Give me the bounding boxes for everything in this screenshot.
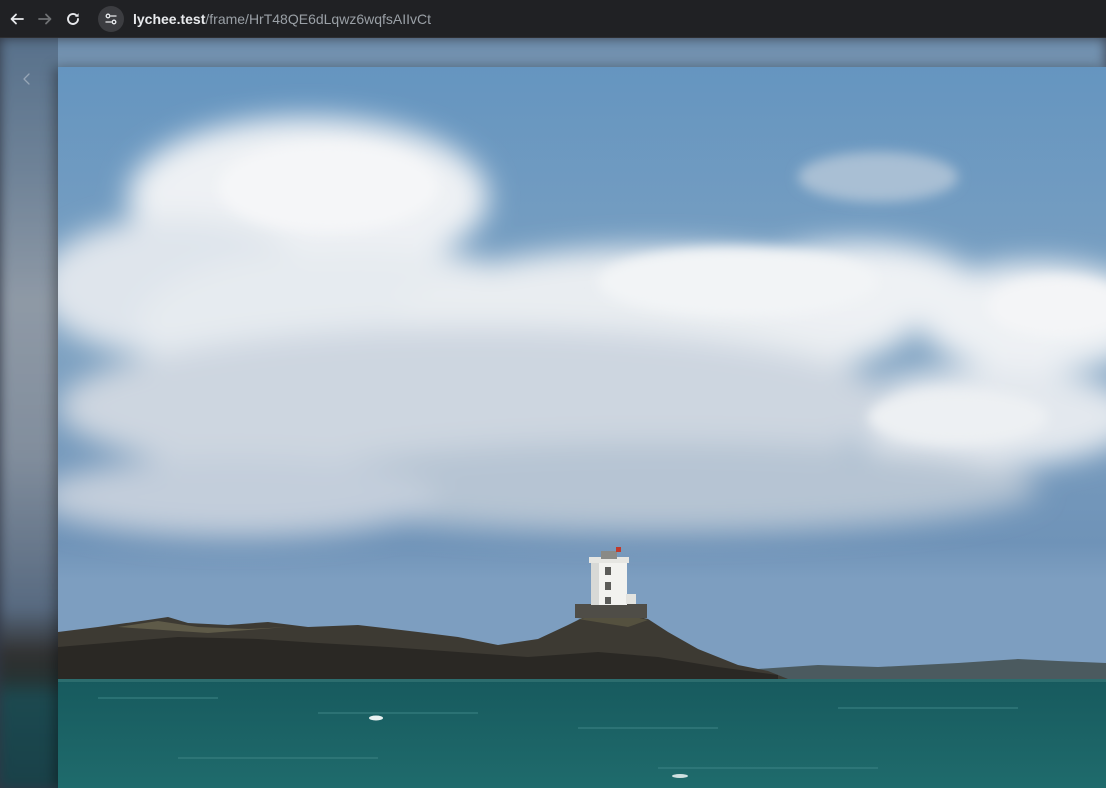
url-path: /frame/HrT48QE6dLqwz6wqfsAIIvCt bbox=[205, 10, 432, 27]
reload-icon bbox=[67, 12, 79, 25]
frame-viewport bbox=[0, 38, 1106, 788]
reload-button[interactable] bbox=[62, 8, 84, 30]
back-button[interactable] bbox=[6, 8, 28, 30]
url-host: lychee.test bbox=[133, 10, 206, 27]
left-shade bbox=[0, 38, 58, 788]
browser-toolbar: lychee.test/frame/HrT48QE6dLqwz6wqfsAIIv… bbox=[0, 0, 1106, 38]
url-text[interactable]: lychee.test/frame/HrT48QE6dLqwz6wqfsAIIv… bbox=[133, 11, 431, 27]
arrow-left-icon bbox=[10, 13, 24, 24]
photo-frame bbox=[58, 67, 1106, 788]
site-info-button[interactable] bbox=[98, 5, 124, 32]
address-bar[interactable]: lychee.test/frame/HrT48QE6dLqwz6wqfsAIIv… bbox=[98, 5, 431, 33]
lighthouse-photo bbox=[58, 67, 1106, 788]
tune-icon bbox=[105, 13, 117, 24]
previous-button[interactable] bbox=[20, 72, 34, 86]
chevron-left-icon bbox=[23, 73, 30, 85]
forward-button[interactable] bbox=[34, 8, 56, 30]
arrow-right-icon bbox=[38, 13, 52, 24]
